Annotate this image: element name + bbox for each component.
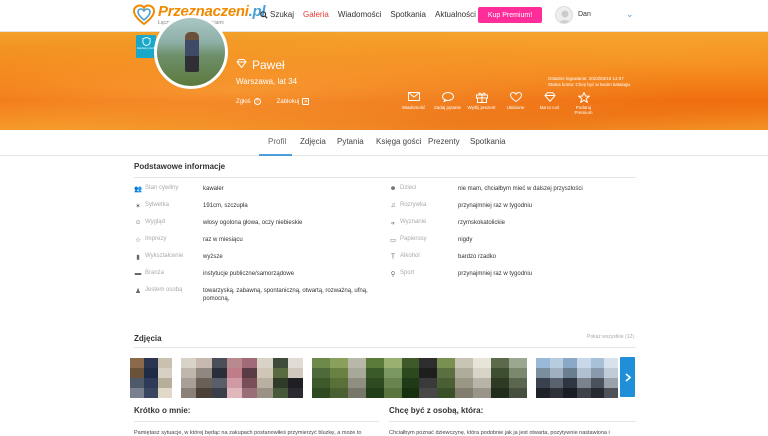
tab-meetings[interactable]: Spotkania (470, 137, 506, 146)
tab-profile[interactable]: Profil (268, 137, 286, 146)
favorite-action[interactable]: Ulubione (500, 91, 531, 115)
photo-thumbnail[interactable] (536, 358, 618, 398)
tab-guestbook[interactable]: Księga gości (376, 137, 421, 146)
chat-bubble-icon (432, 92, 463, 105)
nav-messages[interactable]: Wiadomości (338, 10, 382, 19)
star-icon (568, 91, 599, 105)
profile-photo[interactable] (154, 15, 228, 89)
info-row-appearance: ☺ Wygląd włosy ogolona głowa, oczy niebi… (134, 219, 303, 226)
profile-name-text: Paweł (252, 58, 285, 72)
info-row-alcohol: Ṭ Alkohol bardzo rzadko (391, 253, 497, 260)
logo-heart-icon (132, 4, 156, 26)
profile-actions: Zgłoś ? Zablokuj ✕ (236, 98, 325, 105)
photo-thumbnail[interactable] (181, 358, 303, 398)
top-navigation-bar: Przeznaczeni.pl Łączymy Ludzi z Wartości… (0, 0, 768, 32)
nav-search[interactable]: Szukaj (260, 10, 294, 19)
trusted-profile-badge: Zaufany profil (136, 35, 156, 58)
tab-gifts[interactable]: Prezenty (428, 137, 460, 146)
star-outline-icon: ☆ (135, 237, 141, 244)
report-label: Zgłoś (236, 98, 251, 105)
face-icon: ☺ (134, 219, 142, 226)
send-gift-action[interactable]: Wyślij prezent (466, 92, 497, 115)
show-all-photos-link[interactable]: Pokaż wszystkie (12) (587, 334, 634, 340)
info-row-education: ▮ Wykształcenie wyższe (134, 253, 373, 261)
has-something-action[interactable]: Ma to coś (534, 92, 565, 115)
book-icon: ▮ (136, 254, 140, 261)
banner-actions: Wiadomość Zadaj pytanie Wyślij prezent U… (398, 91, 602, 115)
ask-question-action[interactable]: Zadaj pytanie (432, 92, 463, 115)
logo-title: Przeznaczeni.pl (158, 3, 266, 20)
info-row-children: ☻ Dzieci nie mam, chciałbym mieć w dalsz… (389, 185, 583, 192)
main-nav: Szukaj Galeria Wiadomości Spotkania Aktu… (260, 10, 485, 19)
about-me-title: Krótko o mnie: (134, 406, 191, 415)
info-row-cigarettes: ▭ Papierosy nigdy (389, 236, 473, 244)
basic-info-title: Podstawowe informacje (134, 162, 226, 171)
info-row-religion: ∝ Wyznanie rzymskokatolickie (390, 219, 506, 227)
user-avatar[interactable] (555, 6, 573, 24)
search-icon (260, 10, 268, 19)
diamond-icon (534, 92, 565, 105)
looking-for-text: Chciałbym poznać dziewczynę, która podob… (389, 430, 610, 436)
photo-thumbnail[interactable] (312, 358, 527, 398)
info-row-marital-status: 👥 Stan cywilny kawaler (134, 185, 224, 193)
nav-search-label: Szukaj (270, 10, 295, 19)
profile-banner: Zaufany profil Ostatnie logowanie: 2023/… (0, 32, 768, 130)
diamond-icon (236, 59, 247, 71)
info-row-figure: ✶ Sylwetka 191cm, szczupła (135, 202, 248, 210)
people-icon: 👥 (134, 186, 143, 193)
profile-name: Paweł (236, 58, 285, 72)
section-divider (134, 347, 636, 348)
info-row-industry: ▬ Branża instytucje publiczne/samorządow… (134, 270, 295, 277)
account-status-text: Status konta: Chcę być w twoim katalogu (548, 82, 631, 87)
trusted-badge-label: Zaufany profil (136, 46, 156, 50)
body-icon: ✶ (135, 203, 141, 210)
close-icon: ✕ (302, 98, 310, 105)
buy-premium-button[interactable]: Kup Premium! (478, 7, 542, 23)
profile-tabs: Profil Zdjęcia Pytania Księga gości Prez… (0, 130, 768, 156)
section-divider (389, 421, 636, 422)
info-row-parties: ☆ Imprezy raz w miesiącu (135, 236, 243, 244)
question-icon: ? (253, 98, 261, 105)
briefcase-icon: ▬ (134, 270, 142, 277)
info-row-personality: ♟ Jestem osobą towarzyską, zabawną, spon… (135, 287, 368, 302)
music-note-icon: ♫ (390, 202, 396, 209)
block-label: Zablokuj (276, 98, 300, 105)
photo-thumbnail[interactable] (130, 358, 172, 398)
chevron-down-icon[interactable]: ⌄ (626, 9, 634, 20)
report-button[interactable]: Zgłoś ? (236, 98, 261, 105)
person-icon: ♟ (135, 288, 141, 295)
gift-premium-action[interactable]: Podaruj Premium (568, 91, 599, 115)
tab-photos[interactable]: Zdjęcia (300, 137, 326, 146)
active-tab-indicator (259, 154, 292, 156)
cigarette-icon: ▭ (389, 237, 397, 244)
glass-icon: Ṭ (391, 253, 395, 260)
carousel-next-button[interactable] (620, 357, 635, 397)
send-message-action[interactable]: Wiadomość (398, 92, 429, 115)
looking-for-title: Chcę być z osobą, która: (389, 406, 484, 415)
about-me-text: Pamiętasz sytuacje, w której będąc na za… (134, 430, 362, 436)
envelope-icon (398, 92, 429, 105)
nav-gallery[interactable]: Galeria (303, 10, 329, 19)
chevron-right-icon (624, 372, 631, 382)
heart-icon (500, 91, 531, 105)
photos-title: Zdjęcia (134, 334, 162, 343)
nav-meetings[interactable]: Spotkania (390, 10, 426, 19)
profile-location-age: Warszawa, lat 34 (236, 77, 298, 86)
fish-icon: ∝ (390, 220, 396, 227)
photos-carousel (130, 358, 635, 398)
shield-icon (141, 37, 151, 46)
dumbbell-icon: ⚲ (390, 271, 396, 278)
user-name[interactable]: Dan (578, 11, 591, 18)
info-row-entertainment: ♫ Rozrywka przynajmniej raz w tygodniu (390, 202, 533, 209)
section-divider (134, 421, 379, 422)
tab-questions[interactable]: Pytania (337, 137, 364, 146)
last-login-info: Ostatnie logowanie: 2023/03/18 14:07 Sta… (548, 76, 630, 88)
nav-news[interactable]: Aktualności (435, 10, 476, 19)
block-button[interactable]: Zablokuj ✕ (277, 98, 310, 105)
gift-icon (466, 92, 497, 105)
child-icon: ☻ (389, 185, 397, 192)
section-divider (134, 177, 636, 178)
info-row-sport: ⚲ Sport przynajmniej raz w tygodniu (390, 270, 533, 278)
